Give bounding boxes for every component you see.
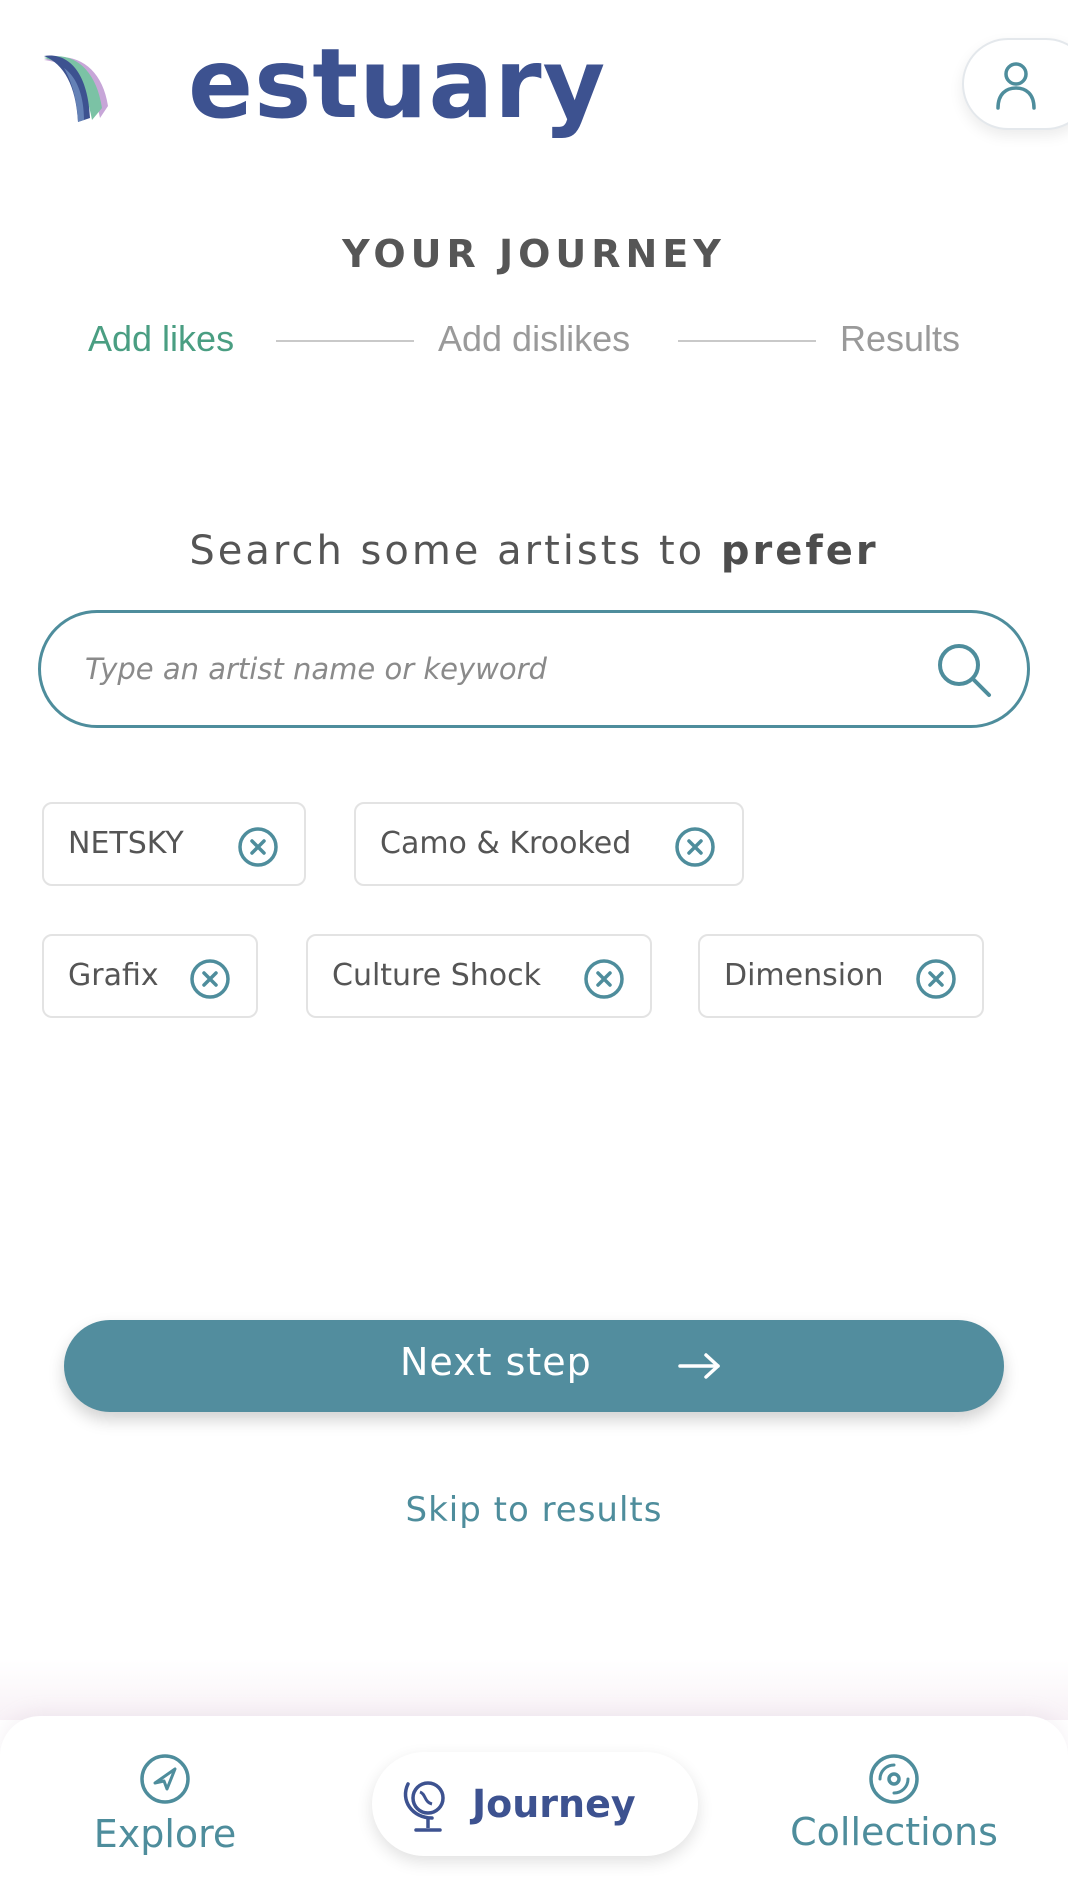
arrow-right-icon xyxy=(678,1353,720,1379)
close-circle-icon[interactable] xyxy=(915,958,957,1000)
search-icon[interactable] xyxy=(935,641,995,701)
chip-label: Dimension xyxy=(724,958,884,993)
nav-collections-label: Collections xyxy=(790,1810,998,1854)
search-field[interactable] xyxy=(38,610,1030,728)
next-step-label: Next step xyxy=(400,1340,592,1384)
artist-chip: Dimension xyxy=(698,934,984,1018)
search-heading-text: Search some artists to xyxy=(189,528,721,574)
artist-chip: Camo & Krooked xyxy=(354,802,744,886)
nav-journey-label: Journey xyxy=(472,1782,636,1826)
close-circle-icon[interactable] xyxy=(237,826,279,868)
compass-icon xyxy=(140,1754,190,1804)
chip-label: Camo & Krooked xyxy=(380,826,632,861)
user-icon xyxy=(996,62,1036,110)
skip-to-results-link[interactable]: Skip to results xyxy=(0,1490,1068,1530)
chip-label: Culture Shock xyxy=(332,958,542,993)
estuary-logo-icon xyxy=(44,52,136,124)
journey-title: YOUR JOURNEY xyxy=(342,232,726,276)
disc-icon xyxy=(869,1754,919,1804)
globe-icon xyxy=(403,1781,445,1832)
brand-name: estuary xyxy=(188,28,607,140)
artist-chip: NETSKY xyxy=(42,802,306,886)
close-circle-icon[interactable] xyxy=(583,958,625,1000)
search-input[interactable] xyxy=(85,641,905,697)
nav-explore[interactable]: Explore xyxy=(80,1752,250,1856)
artist-chip: Grafix xyxy=(42,934,258,1018)
step-add-dislikes[interactable]: Add dislikes xyxy=(438,318,630,360)
nav-fade xyxy=(0,1660,1068,1720)
artist-chip: Culture Shock xyxy=(306,934,652,1018)
nav-journey[interactable]: Journey xyxy=(372,1752,698,1856)
step-connector xyxy=(678,340,816,342)
step-results[interactable]: Results xyxy=(840,318,960,360)
next-step-button[interactable]: Next step xyxy=(64,1320,1004,1412)
profile-button[interactable] xyxy=(962,38,1068,130)
nav-collections[interactable]: Collections xyxy=(776,1752,1012,1854)
search-heading: Search some artists to prefer xyxy=(0,528,1068,574)
search-heading-emphasis: prefer xyxy=(720,528,879,574)
step-connector xyxy=(276,340,414,342)
step-add-likes[interactable]: Add likes xyxy=(88,318,234,360)
close-circle-icon[interactable] xyxy=(674,826,716,868)
close-circle-icon[interactable] xyxy=(189,958,231,1000)
nav-explore-label: Explore xyxy=(93,1812,237,1856)
chip-label: Grafix xyxy=(68,958,159,993)
chip-label: NETSKY xyxy=(68,826,184,861)
